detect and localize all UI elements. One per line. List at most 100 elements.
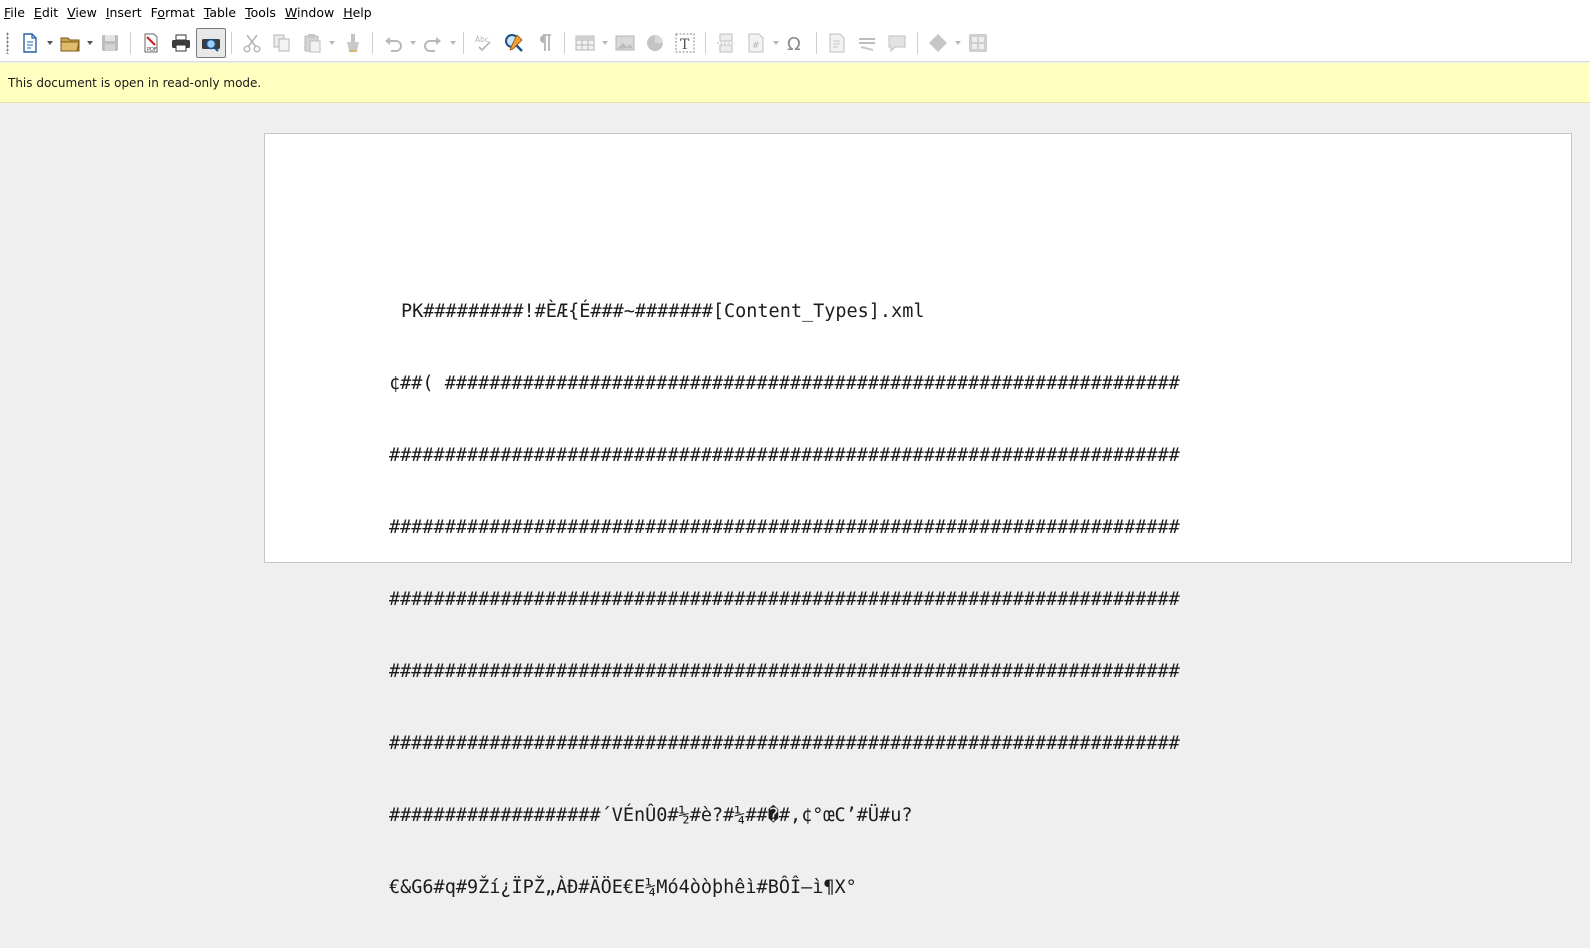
insert-field-dropdown[interactable] [771, 28, 781, 58]
document-line: ########################################… [389, 445, 1180, 466]
menu-edit[interactable]: Edit [30, 5, 63, 20]
document-body-text[interactable]: PK#########!#ÈÆ{É###~#######[Content_Typ… [389, 252, 1180, 948]
open-dropdown[interactable] [85, 28, 95, 58]
open-folder-icon [60, 37, 80, 51]
new-document-dropdown[interactable] [45, 28, 55, 58]
menu-help-label: Help [343, 4, 372, 20]
menu-view-label: View [67, 4, 97, 20]
insert-table-button[interactable] [570, 28, 600, 58]
undo-icon [385, 36, 402, 52]
svg-text:Abc: Abc [475, 35, 489, 44]
menu-format[interactable]: Format [147, 5, 200, 20]
toolbar-separator [463, 31, 464, 54]
print-button[interactable] [166, 28, 196, 58]
insert-image-button[interactable] [610, 28, 640, 58]
spellcheck-icon: Abc [475, 35, 491, 51]
toolbar-separator [372, 31, 373, 54]
special-character-icon: Ω [787, 34, 801, 54]
redo-dropdown[interactable] [448, 28, 458, 58]
clone-formatting-button[interactable] [337, 28, 367, 58]
menu-table-label: Table [203, 4, 237, 20]
shapes-icon [929, 33, 947, 52]
find-replace-button[interactable] [499, 28, 529, 58]
navigator-icon [969, 33, 987, 52]
menu-format-label: Format [150, 4, 195, 20]
find-replace-icon [505, 33, 523, 52]
comment-icon [888, 35, 906, 52]
navigator-button[interactable] [963, 28, 993, 58]
cut-button[interactable] [237, 28, 267, 58]
toolbar-separator [130, 31, 131, 54]
document-line: ###################´VÉnÛ0#½#è?#¼##�#,¢°œ… [389, 805, 913, 826]
open-button[interactable] [55, 28, 85, 58]
undo-dropdown[interactable] [408, 28, 418, 58]
basic-shapes-dropdown[interactable] [953, 28, 963, 58]
export-pdf-icon: PDF [144, 33, 158, 53]
insert-table-dropdown[interactable] [600, 28, 610, 58]
document-line: ########################################… [389, 733, 1180, 754]
menu-view[interactable]: View [63, 5, 102, 20]
menu-file[interactable]: File [0, 5, 30, 20]
menu-table[interactable]: Table [200, 5, 241, 20]
toolbar-separator [564, 31, 565, 54]
insert-footnote-button[interactable] [852, 28, 882, 58]
document-line: ########################################… [389, 589, 1180, 610]
paste-button[interactable] [297, 28, 327, 58]
insert-text-box-button[interactable]: T [670, 28, 700, 58]
document-line: ¢##( ###################################… [389, 373, 1180, 394]
copy-button[interactable] [267, 28, 297, 58]
table-icon [575, 35, 595, 50]
print-preview-button[interactable] [196, 27, 226, 58]
formatting-marks-button[interactable] [529, 28, 559, 58]
svg-text:PDF: PDF [147, 47, 157, 53]
standard-toolbar: PDF Abc T # Ω [0, 24, 1590, 62]
clone-formatting-icon [347, 33, 359, 52]
menu-bar: File Edit View Insert Format Table Tools… [0, 0, 1590, 24]
print-icon [172, 34, 190, 51]
document-line: ########################################… [389, 661, 1180, 682]
toolbar-separator [231, 31, 232, 54]
toolbar-separator [705, 31, 706, 54]
svg-text:Ω: Ω [787, 34, 801, 54]
insert-comment-button[interactable] [882, 28, 912, 58]
special-character-button[interactable]: Ω [781, 28, 811, 58]
menu-tools-label: Tools [245, 4, 276, 20]
read-only-infobar: This document is open in read-only mode. [0, 63, 1590, 103]
footnote-icon [859, 37, 875, 51]
menu-tools[interactable]: Tools [241, 5, 281, 20]
paste-icon [304, 33, 321, 52]
spellcheck-button[interactable]: Abc [469, 28, 499, 58]
menu-window[interactable]: Window [281, 5, 339, 20]
menu-help[interactable]: Help [339, 5, 377, 20]
cut-icon [243, 34, 261, 53]
field-icon: # [748, 33, 764, 52]
paste-dropdown[interactable] [327, 28, 337, 58]
insert-hyperlink-button[interactable] [822, 28, 852, 58]
insert-page-break-button[interactable] [711, 28, 741, 58]
save-button[interactable] [95, 28, 125, 58]
document-line: PK#########!#ÈÆ{É###~#######[Content_Typ… [401, 301, 925, 322]
insert-chart-button[interactable] [640, 28, 670, 58]
hyperlink-icon [829, 33, 845, 52]
new-document-button[interactable] [15, 28, 45, 58]
menu-window-label: Window [284, 4, 335, 20]
document-line: €&G6#q#9Ží¿ÏPŽ„ÀÐ#ÄÖE€E¼Mó4òòþhêì#BÔÎ–ì¶… [389, 877, 857, 898]
insert-field-button[interactable]: # [741, 28, 771, 58]
menu-insert[interactable]: Insert [102, 5, 147, 20]
image-icon [615, 35, 635, 50]
print-preview-icon [202, 38, 220, 52]
menu-insert-label: Insert [105, 4, 142, 20]
formatting-marks-icon [540, 33, 551, 51]
svg-text:T: T [680, 37, 690, 53]
redo-icon [424, 36, 441, 52]
menu-edit-label: Edit [33, 4, 59, 20]
text-box-icon: T [675, 33, 695, 53]
redo-button[interactable] [418, 28, 448, 58]
basic-shapes-button[interactable] [923, 28, 953, 58]
export-pdf-button[interactable]: PDF [136, 28, 166, 58]
document-page[interactable]: PK#########!#ÈÆ{É###~#######[Content_Typ… [264, 133, 1572, 898]
svg-text:#: # [752, 41, 760, 51]
toolbar-grip[interactable] [6, 31, 9, 54]
save-icon [102, 34, 118, 51]
undo-button[interactable] [378, 28, 408, 58]
